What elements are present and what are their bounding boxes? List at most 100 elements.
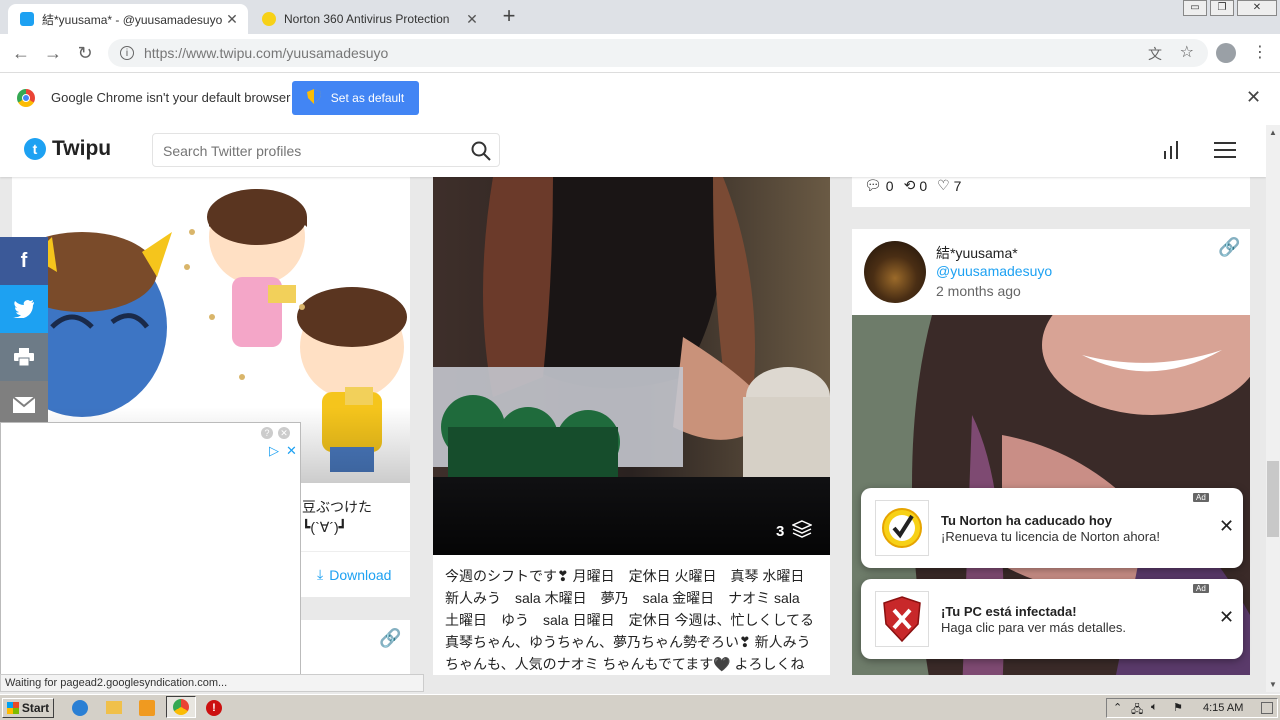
adchoices-icon[interactable]: ▷ — [269, 443, 279, 459]
search-icon[interactable] — [471, 141, 491, 164]
action-center-flag-icon[interactable]: ⚑ — [1173, 701, 1183, 714]
network-icon[interactable]: 🖧 — [1131, 701, 1143, 720]
scroll-down-icon[interactable]: ▼ — [1269, 680, 1277, 689]
right-prev-card-footer: 💬︎ 0 ⟲ 0 ♡ 7 — [852, 177, 1250, 207]
window-controls: ▭ ❐ ✕ — [1180, 0, 1277, 16]
ad-dismiss-icon[interactable]: ✕ — [286, 443, 297, 459]
chrome-logo-icon — [17, 89, 35, 107]
set-as-default-label: Set as default — [330, 91, 405, 105]
like-count: 7 — [953, 177, 962, 194]
norton-favicon-icon — [262, 12, 276, 26]
maximize-button[interactable]: ❐ — [1210, 0, 1234, 16]
notification-close-icon[interactable]: ✕ — [1219, 516, 1234, 537]
tab-close-icon[interactable]: ✕ — [222, 11, 242, 28]
profile-handle[interactable]: @yuusamadesuyo — [936, 263, 1052, 279]
loading-status: Waiting for pagead2.googlesyndication.co… — [0, 674, 424, 692]
browser-toolbar: ← → ↻ i https://www.twipu.com/yuusamades… — [0, 34, 1280, 72]
minimize-button[interactable]: ▭ — [1183, 0, 1207, 16]
chrome-icon — [173, 699, 189, 715]
reply-icon[interactable]: 💬︎ — [864, 177, 882, 194]
close-window-button[interactable]: ✕ — [1237, 0, 1277, 16]
media-player-icon[interactable] — [139, 700, 155, 716]
blank-ad-frame[interactable]: ? ✕ ▷ ✕ — [0, 422, 301, 675]
notification-close-icon[interactable]: ✕ — [1219, 607, 1234, 628]
tweet-stats: 💬︎ 0 ⟲ 0 ♡ 7 — [864, 177, 961, 194]
hamburger-menu-icon[interactable] — [1214, 142, 1236, 161]
reply-count: 0 — [885, 177, 894, 194]
left-post-text-line2: ┗(`∀´)┛ — [302, 519, 348, 535]
profile-name[interactable]: 結*yuusama* — [936, 243, 1018, 263]
tab-norton[interactable]: Norton 360 Antivirus Protection ✕ — [250, 4, 488, 34]
ad-close-icon[interactable]: ✕ — [278, 427, 290, 439]
volume-icon[interactable]: 🔈︎ — [1151, 701, 1158, 714]
ad-badge: Ad — [1193, 584, 1209, 593]
middle-post-photo[interactable]: 3 — [433, 177, 830, 555]
pc-infected-notification[interactable]: ¡Tu PC está infectada! Haga clic para ve… — [861, 579, 1243, 659]
url-text: https://www.twipu.com/yuusamadesuyo — [144, 45, 389, 61]
set-as-default-button[interactable]: Set as default — [292, 81, 419, 115]
bookmark-star-icon[interactable]: ☆ — [1180, 42, 1194, 62]
tray-arrow-icon[interactable]: ⌃ — [1113, 701, 1122, 714]
page-viewport: 豆ぶつけた ┗(`∀´)┛ ⤓ Download 🔗 f ? ✕ ▷ ✕ 3 今… — [0, 125, 1266, 675]
start-button[interactable]: Start — [2, 698, 54, 718]
translate-icon[interactable]: 文 — [1148, 44, 1162, 64]
middle-post-text: 今週のシフトです❣ 月曜日 定休日 火曜日 真琴 水曜日 新人みう sala 木… — [445, 568, 819, 672]
post-time: 2 months ago — [936, 283, 1021, 299]
site-logo[interactable]: t Twipu — [24, 137, 111, 161]
chrome-taskbar-button[interactable] — [166, 696, 196, 718]
clock[interactable]: 4:15 AM — [1203, 702, 1243, 714]
notification-body: Haga clic para ver más detalles. — [941, 620, 1126, 635]
tab-close-icon[interactable]: ✕ — [462, 11, 482, 28]
scroll-up-icon[interactable]: ▲ — [1269, 128, 1277, 137]
retweet-icon[interactable]: ⟲ — [904, 177, 916, 194]
tab-strip: 結*yuusama* - @yuusamadesuyo Tw ✕ Norton … — [0, 0, 1280, 34]
tab-title: Norton 360 Antivirus Protection — [284, 12, 450, 26]
ad-badge: Ad — [1193, 493, 1209, 502]
alert-app-icon[interactable]: ! — [206, 700, 222, 716]
site-info-icon[interactable]: i — [120, 46, 134, 60]
download-icon: ⤓ — [317, 566, 324, 582]
reload-icon[interactable]: ↻ — [74, 42, 96, 64]
middle-post-card: 3 今週のシフトです❣ 月曜日 定休日 火曜日 真琴 水曜日 新人みう sala… — [433, 177, 830, 675]
site-header: t Twipu — [0, 125, 1266, 177]
link-icon[interactable]: 🔗 — [379, 628, 401, 649]
retweet-count: 0 — [919, 177, 928, 194]
search-input[interactable] — [153, 134, 465, 168]
windows-taskbar: Start ! ⌃ 🖧 🔈︎ ⚑ 4:15 AM — [0, 694, 1280, 720]
new-tab-button[interactable]: + — [498, 5, 520, 28]
scrollbar-thumb[interactable] — [1267, 461, 1279, 537]
like-icon[interactable]: ♡ — [937, 177, 950, 194]
download-link[interactable]: ⤓ Download — [317, 566, 391, 583]
ad-info-icon[interactable]: ? — [261, 427, 273, 439]
norton-expired-notification[interactable]: Tu Norton ha caducado hoy ¡Renueva tu li… — [861, 488, 1243, 568]
shield-icon — [306, 89, 321, 107]
chrome-menu-icon[interactable]: ⋮ — [1252, 42, 1268, 62]
stats-icon[interactable] — [1162, 141, 1180, 162]
download-label: Download — [329, 566, 392, 583]
link-icon[interactable]: 🔗 — [1218, 237, 1240, 258]
page-scrollbar[interactable]: ▲ ▼ — [1266, 125, 1280, 692]
notification-title: ¡Tu PC está infectada! — [941, 604, 1077, 619]
forward-arrow-icon[interactable]: → — [42, 42, 64, 64]
avatar[interactable] — [864, 241, 926, 303]
left-post-text-line1: 豆ぶつけた — [302, 499, 372, 515]
twitter-share-icon[interactable] — [0, 285, 48, 333]
ie-icon[interactable] — [72, 700, 88, 716]
profile-avatar-icon[interactable] — [1216, 43, 1236, 63]
twipu-favicon-icon — [20, 12, 34, 26]
print-icon[interactable] — [0, 333, 48, 381]
notification-body: ¡Renueva tu licencia de Norton ahora! — [941, 529, 1160, 544]
notification-title: Tu Norton ha caducado hoy — [941, 513, 1112, 528]
twipu-logo-icon: t — [24, 138, 46, 160]
infobar-message: Google Chrome isn't your default browser — [51, 90, 291, 105]
show-desktop-icon[interactable] — [1261, 702, 1273, 714]
facebook-share-icon[interactable]: f — [0, 237, 48, 285]
explorer-folder-icon[interactable] — [106, 701, 122, 714]
back-arrow-icon[interactable]: ← — [10, 42, 32, 64]
address-bar[interactable]: i https://www.twipu.com/yuusamadesuyo 文 … — [108, 39, 1208, 67]
logo-text: Twipu — [52, 137, 112, 160]
tab-twipu[interactable]: 結*yuusama* - @yuusamadesuyo Tw ✕ — [8, 4, 248, 34]
search-box — [152, 133, 500, 168]
media-count-badge: 3 — [776, 520, 814, 542]
infobar-close-icon[interactable]: ✕ — [1246, 87, 1261, 108]
